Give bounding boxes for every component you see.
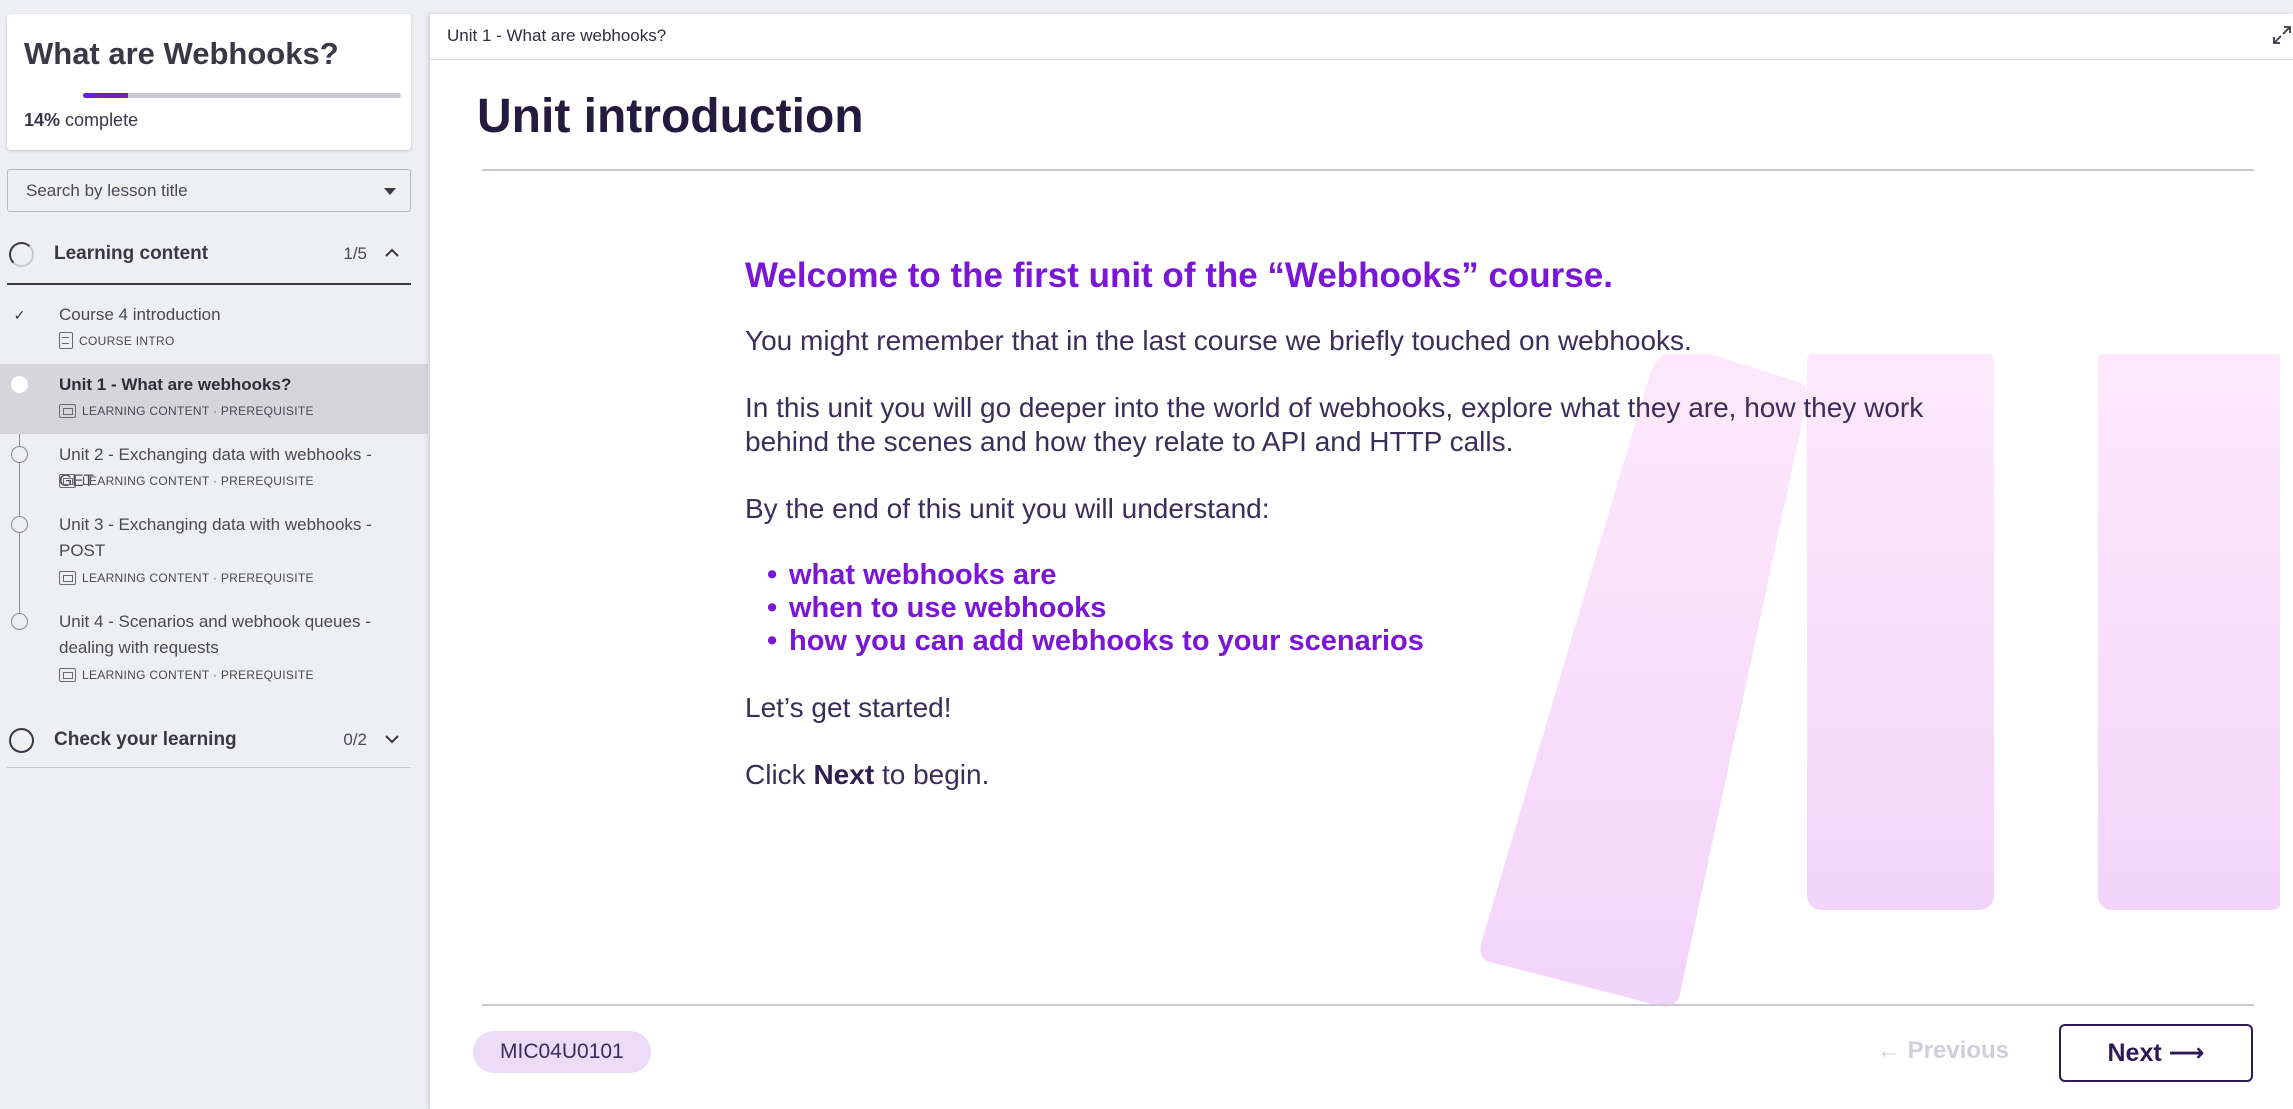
chevron-up-icon (385, 248, 399, 257)
section-divider (7, 283, 411, 285)
section-learning-content[interactable]: Learning content 1/5 (7, 228, 411, 278)
lesson-status-circle (11, 613, 28, 630)
expand-icon[interactable] (2271, 24, 2293, 46)
intro-paragraph-1: You might remember that in the last cour… (745, 325, 1692, 356)
lesson-title: Unit 4 - Scenarios and webhook queues - … (59, 612, 371, 657)
section-count: 0/2 (343, 730, 367, 749)
lesson-meta: COURSE INTRO (59, 332, 175, 349)
click-suffix: to begin. (881, 759, 990, 790)
section-divider (7, 767, 411, 768)
lesson-meta: LEARNING CONTENT · PREREQUISITE (59, 404, 314, 418)
click-prefix: Click (745, 759, 806, 790)
course-title: What are Webhooks? (24, 36, 339, 71)
lesson-meta: LEARNING CONTENT · PREREQUISITE (59, 571, 314, 585)
click-next-instruction: Click Next to begin. (745, 758, 1925, 792)
course-sidebar: What are Webhooks? 14% complete Search b… (0, 0, 428, 1109)
intro-paragraph-3: By the end of this unit you will underst… (745, 493, 1270, 524)
lesson-meta: LEARNING CONTENT · PREREQUISITE (59, 474, 314, 488)
lesson-status-circle (11, 516, 28, 533)
lesson-body: Welcome to the first unit of the “Webhoo… (745, 256, 1925, 825)
progress-text: 14% complete (24, 110, 138, 131)
course-summary-card: What are Webhooks? 14% complete (7, 14, 411, 150)
breadcrumb: Unit 1 - What are webhooks? (447, 26, 667, 45)
page-title: Unit introduction (477, 90, 864, 143)
next-button[interactable]: Next ⟶ (2059, 1024, 2253, 1082)
course-progress-fill (83, 93, 128, 98)
slides-icon (59, 571, 76, 585)
lesson-title: Course 4 introduction (59, 305, 221, 324)
click-next-bold: Next (813, 759, 875, 790)
section-title: Check your learning (54, 729, 237, 750)
section-title: Learning content (54, 243, 209, 264)
lesson-content-panel: Unit 1 - What are webhooks? Unit introdu… (430, 14, 2293, 1109)
slides-icon (59, 668, 76, 682)
previous-button[interactable]: ← Previous (1858, 1022, 2028, 1080)
chevron-down-icon (385, 735, 399, 744)
list-item: what webhooks are (767, 559, 1925, 592)
lesson-item-unit-3[interactable]: Unit 3 - Exchanging data with webhooks -… (0, 510, 428, 600)
slides-icon (59, 474, 76, 488)
lesson-meta-text: LEARNING CONTENT · PREREQUISITE (82, 474, 314, 488)
lesson-status-dot (11, 376, 28, 393)
lesson-meta-text: LEARNING CONTENT · PREREQUISITE (82, 404, 314, 418)
lesson-title: Unit 1 - What are webhooks? (59, 375, 292, 394)
heading-divider (482, 169, 2254, 171)
slides-icon (59, 404, 76, 418)
intro-paragraph-4: Let’s get started! (745, 692, 952, 723)
objectives-list: what webhooks are when to use webhooks h… (745, 559, 1925, 658)
lesson-topbar: Unit 1 - What are webhooks? (430, 14, 2293, 60)
lesson-search-select[interactable]: Search by lesson title (7, 169, 411, 212)
intro-paragraph-2: In this unit you will go deeper into the… (745, 392, 1924, 457)
document-icon (59, 332, 73, 349)
lesson-item-unit-2[interactable]: Unit 2 - Exchanging data with webhooks -… (0, 440, 428, 504)
lesson-meta-text: COURSE INTRO (79, 333, 175, 348)
lesson-meta: LEARNING CONTENT · PREREQUISITE (59, 668, 314, 682)
lesson-item-course-intro[interactable]: ✓ Course 4 introduction COURSE INTRO (0, 300, 428, 358)
section-count: 1/5 (343, 244, 367, 263)
dropdown-caret-icon (384, 188, 396, 195)
progress-ring-icon (9, 242, 34, 267)
progress-suffix: complete (65, 110, 139, 130)
footer-divider (482, 1004, 2254, 1006)
checkmark-icon: ✓ (13, 307, 26, 323)
course-progress-bar (83, 93, 401, 98)
welcome-heading: Welcome to the first unit of the “Webhoo… (745, 256, 1613, 295)
lesson-item-unit-1[interactable]: Unit 1 - What are webhooks? LEARNING CON… (0, 364, 428, 434)
lesson-search-placeholder: Search by lesson title (26, 181, 188, 200)
lesson-item-unit-4[interactable]: Unit 4 - Scenarios and webhook queues - … (0, 607, 428, 697)
lesson-code-badge: MIC04U0101 (473, 1031, 651, 1073)
lesson-title: Unit 3 - Exchanging data with webhooks -… (59, 515, 372, 560)
progress-ring-icon (9, 728, 34, 753)
lesson-meta-text: LEARNING CONTENT · PREREQUISITE (82, 668, 314, 682)
lesson-status-circle (11, 446, 28, 463)
list-item: when to use webhooks (767, 592, 1925, 625)
lesson-meta-text: LEARNING CONTENT · PREREQUISITE (82, 571, 314, 585)
progress-percent: 14% (24, 110, 61, 130)
list-item: how you can add webhooks to your scenari… (767, 625, 1925, 658)
section-check-your-learning[interactable]: Check your learning 0/2 (7, 714, 411, 764)
